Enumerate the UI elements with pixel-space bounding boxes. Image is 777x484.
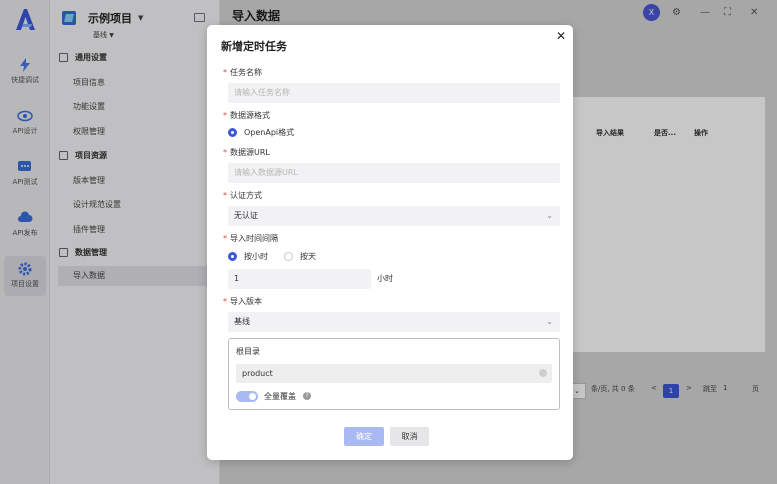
dialog-title: 新增定时任务	[221, 40, 287, 53]
task-name-input[interactable]: 请输入任务名称	[228, 83, 560, 103]
label-text: 导入版本	[230, 297, 262, 306]
auth-select[interactable]: 无认证 ⌄	[228, 206, 560, 226]
version-select[interactable]: 基线 ⌄	[228, 312, 560, 332]
source-format-label: * 数据源格式	[223, 111, 270, 120]
radio-unselected-icon	[284, 252, 293, 261]
interval-hour-radio[interactable]: 按小时	[228, 251, 268, 262]
label-text: 导入时间间隔	[230, 234, 278, 243]
root-directory-value: product	[242, 369, 273, 378]
interval-day-radio[interactable]: 按天	[284, 251, 316, 262]
label-text: 任务名称	[230, 68, 262, 77]
source-url-input[interactable]: 请输入数据源URL	[228, 163, 560, 183]
auth-label: * 认证方式	[223, 191, 262, 200]
close-icon[interactable]: ✕	[556, 29, 566, 43]
label-text: 数据源格式	[230, 111, 270, 120]
root-directory-box: 根目录 product 全量覆盖 ?	[228, 338, 560, 410]
chevron-down-icon: ⌄	[546, 317, 553, 326]
task-name-label: * 任务名称	[223, 68, 262, 77]
version-label: * 导入版本	[223, 297, 262, 306]
interval-unit: 小时	[377, 274, 393, 283]
chevron-down-icon: ⌄	[546, 211, 553, 220]
version-value: 基线	[234, 317, 250, 326]
label-text: 认证方式	[230, 191, 262, 200]
help-icon[interactable]: ?	[303, 392, 311, 400]
radio-label: 按天	[300, 252, 316, 261]
source-url-label: * 数据源URL	[223, 148, 270, 157]
interval-value-input[interactable]: 1	[228, 269, 371, 289]
radio-label: 按小时	[244, 252, 268, 261]
label-text: 数据源URL	[230, 148, 270, 157]
overwrite-label: 全量覆盖	[264, 392, 296, 401]
confirm-button[interactable]: 确定	[344, 427, 384, 446]
root-directory-label: 根目录	[236, 347, 260, 356]
clear-icon[interactable]	[539, 369, 547, 377]
cancel-button[interactable]: 取消	[390, 427, 429, 446]
radio-label: OpenApi格式	[244, 128, 295, 137]
interval-label: * 导入时间间隔	[223, 234, 278, 243]
overwrite-toggle[interactable]	[236, 391, 258, 402]
auth-value: 无认证	[234, 211, 258, 220]
root-directory-input[interactable]: product	[236, 364, 552, 383]
radio-selected-icon	[228, 252, 237, 261]
radio-selected-icon	[228, 128, 237, 137]
new-scheduled-task-dialog: 新增定时任务 ✕ * 任务名称 请输入任务名称 * 数据源格式 OpenApi格式 …	[207, 25, 573, 460]
source-format-radio[interactable]: OpenApi格式	[228, 127, 294, 138]
